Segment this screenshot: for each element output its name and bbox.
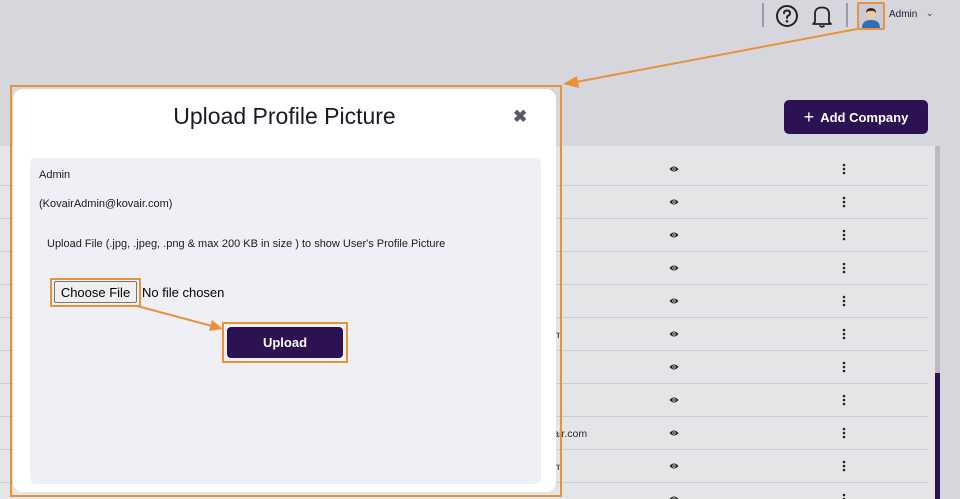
add-company-button[interactable]: + Add Company [784,100,928,134]
bell-icon[interactable] [809,3,835,29]
dialog-title: Upload Profile Picture [173,103,396,129]
upload-button[interactable]: Upload [227,327,343,358]
plus-icon: + [803,107,815,127]
add-company-label: Add Company [820,109,909,125]
close-icon[interactable]: ✖ [513,108,527,125]
header-separator [846,3,848,27]
help-icon[interactable] [775,4,799,28]
header-separator [762,3,764,27]
top-bar: Admin ⌄ [0,0,960,32]
user-name-label[interactable]: Admin [889,9,917,20]
upload-instructions: Upload File (.jpg, .jpeg, .png & max 200… [47,238,446,250]
avatar[interactable] [857,2,885,30]
chevron-down-icon[interactable]: ⌄ [926,8,934,19]
file-status-text: No file chosen [142,285,225,300]
user-email: (KovairAdmin@kovair.com) [39,198,173,210]
user-name: Admin [39,169,71,181]
choose-file-button[interactable]: Choose File [54,281,137,303]
